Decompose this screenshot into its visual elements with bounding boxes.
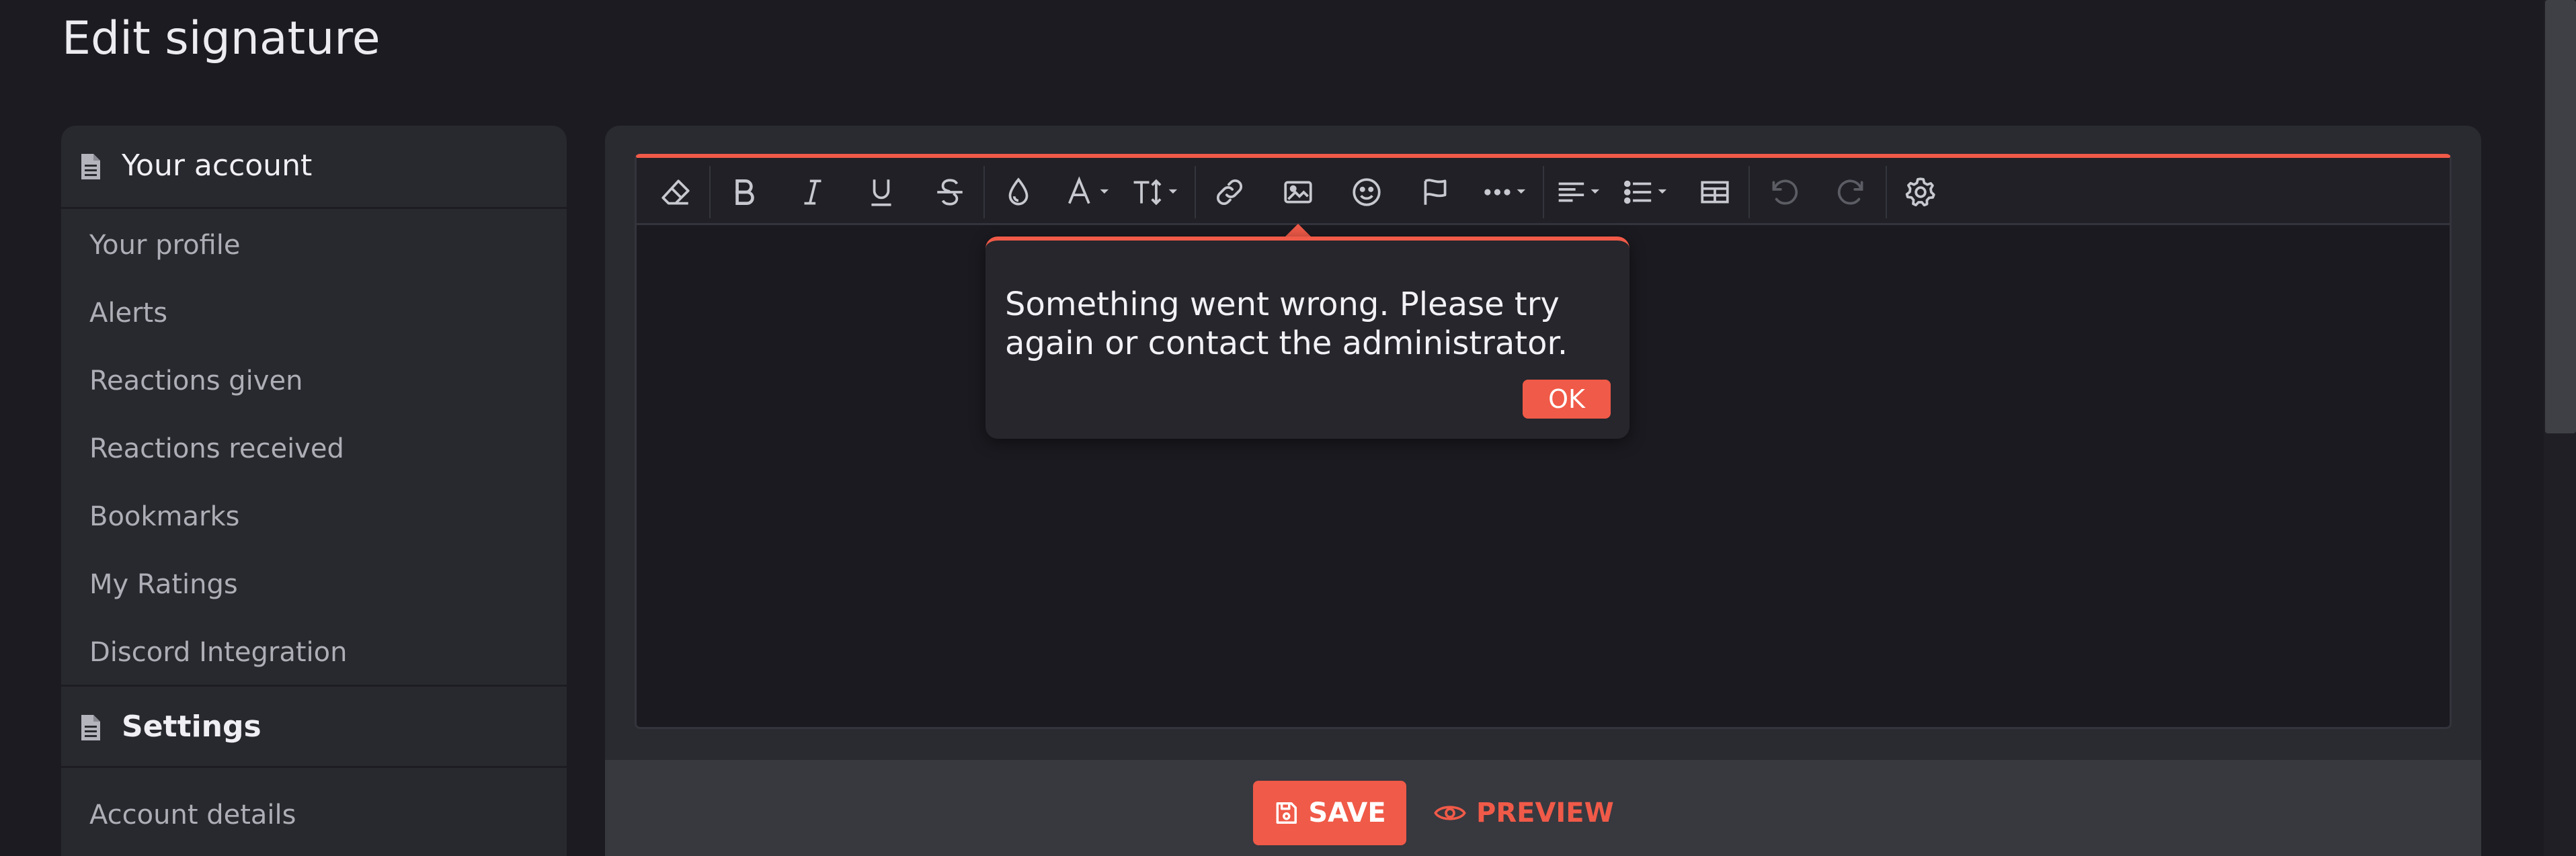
error-popup: Something went wrong. Please try again o… bbox=[985, 237, 1629, 439]
list-icon[interactable] bbox=[1618, 173, 1679, 212]
error-message: Something went wrong. Please try again o… bbox=[1005, 286, 1568, 362]
sidebar-header-settings[interactable]: Settings bbox=[61, 685, 567, 768]
page: Edit signature Your account Your profile… bbox=[0, 0, 2576, 856]
page-scrollbar-thumb[interactable] bbox=[2545, 0, 2576, 433]
form-footer: SAVE PREVIEW bbox=[605, 760, 2481, 856]
sidebar-header-label: Your account bbox=[122, 148, 313, 183]
strikethrough-icon[interactable] bbox=[923, 173, 977, 212]
toolbar-separator bbox=[983, 166, 985, 218]
toolbar-separator bbox=[1748, 166, 1750, 218]
smiley-icon[interactable] bbox=[1340, 173, 1394, 212]
toolbar-separator bbox=[1195, 166, 1196, 218]
image-icon[interactable] bbox=[1271, 173, 1325, 239]
preview-button[interactable]: PREVIEW bbox=[1433, 781, 1614, 845]
sidebar-item-alerts[interactable]: Alerts bbox=[89, 298, 167, 329]
toolbar-separator bbox=[1543, 166, 1544, 218]
settings-gear-icon[interactable] bbox=[1894, 173, 1947, 212]
signature-editor-panel: SAVE PREVIEW bbox=[605, 126, 2481, 856]
editor-toolbar bbox=[637, 158, 2450, 239]
font-size-icon[interactable] bbox=[1127, 173, 1188, 212]
account-sidebar: Your account Your profile Alerts Reactio… bbox=[61, 126, 567, 856]
sidebar-item-account-details[interactable]: Account details bbox=[89, 800, 296, 830]
toolbar-separator bbox=[709, 166, 711, 218]
link-icon[interactable] bbox=[1203, 173, 1256, 212]
sidebar-header-your-account[interactable]: Your account bbox=[61, 126, 567, 209]
underline-icon[interactable] bbox=[854, 173, 908, 212]
flag-icon[interactable] bbox=[1408, 173, 1462, 212]
toolbar-separator bbox=[1886, 166, 1887, 218]
redo-icon[interactable] bbox=[1825, 173, 1879, 212]
sidebar-item-my-ratings[interactable]: My Ratings bbox=[89, 569, 238, 600]
font-family-icon[interactable] bbox=[1060, 173, 1121, 212]
sidebar-item-your-profile[interactable]: Your profile bbox=[89, 230, 240, 261]
sidebar-item-discord-integration[interactable]: Discord Integration bbox=[89, 637, 347, 668]
text-color-icon[interactable] bbox=[992, 173, 1045, 212]
document-icon bbox=[81, 715, 100, 740]
page-title: Edit signature bbox=[62, 12, 380, 65]
more-options-icon[interactable] bbox=[1477, 173, 1537, 212]
table-icon[interactable] bbox=[1688, 173, 1742, 212]
save-button[interactable]: SAVE bbox=[1253, 781, 1406, 845]
bold-icon[interactable] bbox=[717, 173, 771, 212]
eye-icon bbox=[1434, 806, 1466, 820]
italic-icon[interactable] bbox=[786, 173, 840, 212]
undo-icon[interactable] bbox=[1757, 173, 1810, 212]
clear-formatting-icon[interactable] bbox=[649, 173, 702, 212]
save-button-label: SAVE bbox=[1308, 798, 1386, 828]
document-icon bbox=[81, 154, 100, 179]
align-icon[interactable] bbox=[1551, 173, 1611, 212]
sidebar-item-reactions-given[interactable]: Reactions given bbox=[89, 366, 303, 396]
preview-button-label: PREVIEW bbox=[1476, 798, 1614, 828]
sidebar-item-reactions-received[interactable]: Reactions received bbox=[89, 433, 344, 464]
ok-button[interactable]: OK bbox=[1523, 380, 1611, 419]
sidebar-item-bookmarks[interactable]: Bookmarks bbox=[89, 501, 239, 532]
save-icon bbox=[1276, 802, 1297, 824]
sidebar-header-label: Settings bbox=[122, 710, 261, 744]
